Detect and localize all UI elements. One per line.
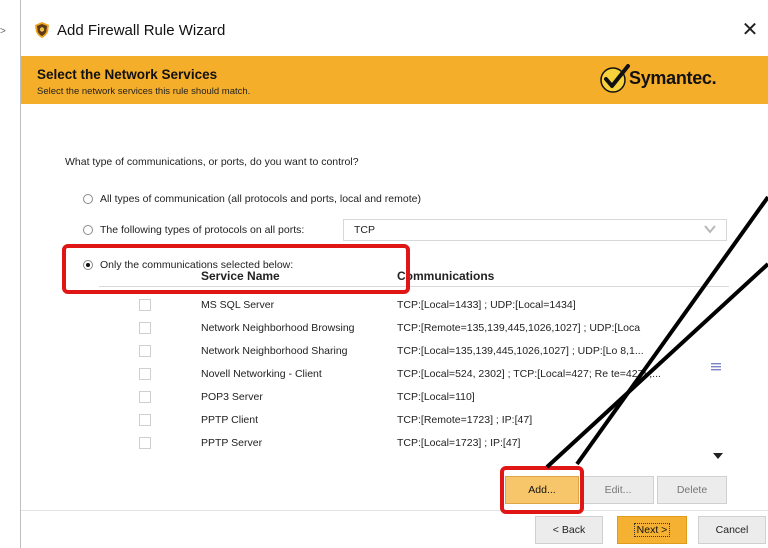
window-title: Add Firewall Rule Wizard — [57, 22, 226, 39]
row-checkbox[interactable] — [139, 322, 151, 334]
service-name: Network Neighborhood Browsing — [201, 322, 355, 334]
radio-following-protocols[interactable] — [83, 225, 93, 235]
table-row[interactable]: PPTP Server TCP:[Local=1723] ; IP:[47] — [99, 433, 729, 456]
checkmark-logo-icon — [600, 64, 630, 93]
annotation-highlight-option — [62, 244, 410, 294]
option-following-protocols-label: The following types of protocols on all … — [100, 224, 305, 236]
row-checkbox[interactable] — [139, 437, 151, 449]
header-banner: Select the Network Services Select the n… — [21, 56, 768, 104]
delete-button[interactable]: Delete — [657, 476, 727, 504]
service-name: Novell Networking - Client — [201, 368, 322, 380]
background-window-edge: > — [0, 0, 20, 548]
scrollbar-grip-icon[interactable] — [711, 363, 721, 371]
banner-subtitle: Select the network services this rule sh… — [37, 86, 251, 97]
close-icon[interactable]: ✕ — [737, 18, 763, 42]
radio-all-types[interactable] — [83, 194, 93, 204]
table-row[interactable]: MS SQL Server TCP:[Local=1433] ; UDP:[Lo… — [99, 295, 729, 318]
service-name: Network Neighborhood Sharing — [201, 345, 348, 357]
table-row[interactable]: Network Neighborhood Browsing TCP:[Remot… — [99, 318, 729, 341]
table-row[interactable]: POP3 Server TCP:[Local=110] — [99, 387, 729, 410]
cancel-button[interactable]: Cancel — [698, 516, 766, 544]
service-communications: TCP:[Local=524, 2302] ; TCP:[Local=427; … — [397, 368, 661, 380]
row-checkbox[interactable] — [139, 299, 151, 311]
annotation-highlight-add-button — [500, 466, 584, 514]
services-table: Service Name Communications MS SQL Serve… — [99, 269, 729, 473]
service-name: PPTP Server — [201, 437, 263, 449]
option-all-types[interactable]: All types of communication (all protocol… — [83, 190, 421, 208]
service-communications: TCP:[Local=135,139,445,1026,1027] ; UDP:… — [397, 345, 644, 357]
protocol-dropdown[interactable]: TCP — [343, 219, 727, 241]
logo-text: Symantec. — [629, 68, 717, 88]
header-communications: Communications — [397, 269, 495, 283]
shield-icon — [35, 22, 49, 38]
row-checkbox[interactable] — [139, 414, 151, 426]
row-checkbox[interactable] — [139, 345, 151, 357]
service-name: PPTP Client — [201, 414, 258, 426]
table-row[interactable]: Network Neighborhood Sharing TCP:[Local=… — [99, 341, 729, 364]
title-bar: Add Firewall Rule Wizard ✕ — [21, 0, 768, 48]
option-following-protocols[interactable]: The following types of protocols on all … — [83, 221, 304, 239]
service-communications: TCP:[Remote=135,139,445,1026,1027] ; UDP… — [397, 322, 641, 334]
banner-title: Select the Network Services — [37, 67, 218, 82]
symantec-logo: Symantec. — [599, 62, 759, 96]
service-communications: TCP:[Local=1433] ; UDP:[Local=1434] — [397, 299, 576, 311]
next-button[interactable]: Next > — [617, 516, 687, 544]
option-all-types-label: All types of communication (all protocol… — [100, 193, 421, 205]
scroll-down-icon[interactable] — [713, 452, 723, 460]
next-button-label: Next > — [633, 523, 671, 537]
protocol-dropdown-value: TCP — [354, 224, 375, 236]
back-button[interactable]: < Back — [535, 516, 603, 544]
row-checkbox[interactable] — [139, 391, 151, 403]
edit-button[interactable]: Edit... — [582, 476, 654, 504]
wizard-content: What type of communications, or ports, d… — [21, 104, 768, 514]
edge-glyph: > — [0, 26, 6, 37]
question-text: What type of communications, or ports, d… — [65, 156, 359, 168]
table-row[interactable]: Novell Networking - Client TCP:[Local=52… — [99, 364, 729, 387]
service-communications: TCP:[Remote=1723] ; IP:[47] — [397, 414, 533, 426]
service-name: MS SQL Server — [201, 299, 275, 311]
service-communications: TCP:[Local=1723] ; IP:[47] — [397, 437, 521, 449]
row-checkbox[interactable] — [139, 368, 151, 380]
table-row[interactable]: PPTP Client TCP:[Remote=1723] ; IP:[47] — [99, 410, 729, 433]
service-name: POP3 Server — [201, 391, 263, 403]
service-communications: TCP:[Local=110] — [397, 391, 475, 403]
chevron-down-icon — [704, 225, 716, 234]
footer-divider — [21, 510, 768, 511]
